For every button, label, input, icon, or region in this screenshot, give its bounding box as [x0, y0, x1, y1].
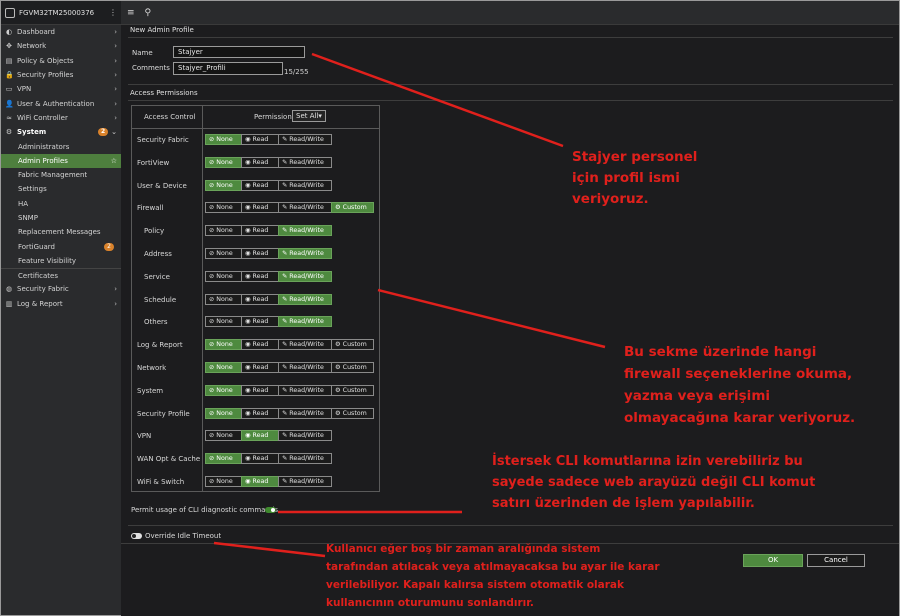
annotation-line: Kullanıcı eğer boş bir zaman aralığında … — [326, 543, 601, 555]
annotation-line-name — [311, 52, 564, 148]
annotation-line: yazma veya erişimi — [624, 388, 771, 404]
annotation-name-note: Stajyer personel için profil ismi veriyo… — [572, 147, 697, 210]
annotation-line-firewall — [377, 288, 606, 349]
annotation-line: için profil ismi — [572, 170, 680, 186]
annotation-line: firewall seçeneklerine okuma, — [624, 366, 853, 382]
annotation-line: sayede sadece web arayüzü değil CLI komu… — [492, 475, 816, 490]
annotation-line: veriyoruz. — [572, 191, 649, 207]
annotation-idle-note: Kullanıcı eğer boş bir zaman aralığında … — [326, 540, 660, 612]
annotation-line: İstersek CLI komutlarına izin verebiliri… — [492, 454, 803, 469]
annotation-line: kullanıcının oturumunu sonlandırır. — [326, 597, 534, 609]
annotation-line: tarafından atılacak veya atılmayacaksa b… — [326, 561, 660, 573]
annotation-line: olmayacağına karar veriyoruz. — [624, 410, 856, 426]
annotation-line: Bu sekme üzerinde hangi — [624, 344, 817, 360]
annotation-line: Stajyer personel — [572, 149, 698, 165]
annotation-cli-note: İstersek CLI komutlarına izin verebiliri… — [492, 451, 815, 514]
annotation-line: satırı üzerinden de işlem yapılabilir. — [492, 496, 755, 511]
annotation-lines — [213, 52, 606, 558]
annotation-firewall-note: Bu sekme üzerinde hangi firewall seçenek… — [624, 341, 855, 429]
annotation-line: verilebiliyor. Kapalı kalırsa sistem oto… — [326, 579, 624, 591]
annotation-line-idle — [213, 541, 326, 558]
